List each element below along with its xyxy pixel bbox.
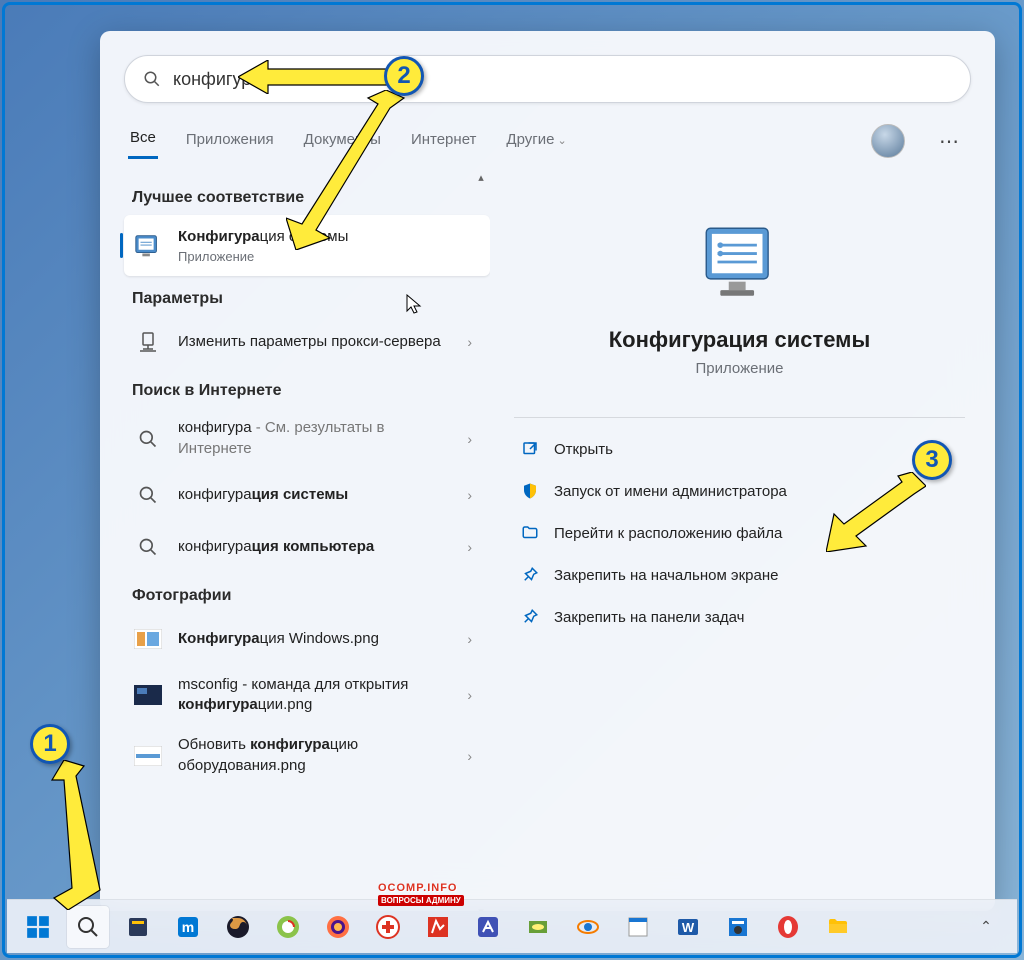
section-photos: Фотографии [132, 587, 490, 605]
result-photo-update-config[interactable]: Обновить конфигурацию оборудования.png › [124, 725, 490, 786]
scroll-up-icon[interactable]: ▴ [474, 169, 488, 185]
results-list: Лучшее соответствие Конфигурация системы… [100, 169, 490, 911]
annotation-badge-3: 3 [912, 440, 952, 480]
tab-all[interactable]: Все [128, 123, 158, 159]
taskbar-app-icon[interactable] [267, 906, 309, 948]
search-icon [143, 70, 161, 88]
result-web-computer-config[interactable]: конфигурация компьютера › [124, 521, 490, 573]
taskbar-app-icon[interactable] [367, 906, 409, 948]
action-pin-to-taskbar[interactable]: Закрепить на панели задач [514, 596, 965, 638]
result-photo-msconfig[interactable]: msconfig - команда для открытия конфигур… [124, 665, 490, 726]
search-icon [132, 423, 164, 455]
taskbar-app-icon[interactable] [517, 906, 559, 948]
taskbar-app-icon[interactable] [217, 906, 259, 948]
open-icon [520, 439, 540, 459]
annotation-arrow-2b [286, 90, 406, 250]
annotation-arrow-3 [826, 472, 926, 552]
taskbar-app-icon[interactable] [117, 906, 159, 948]
taskbar-show-hidden-icon[interactable]: ⌃ [965, 906, 1007, 948]
result-proxy-settings[interactable]: Изменить параметры прокси-сервера › [124, 316, 490, 368]
taskbar-app-icon[interactable] [567, 906, 609, 948]
folder-icon [520, 523, 540, 543]
annotation-badge-2: 2 [384, 56, 424, 96]
section-settings: Параметры [132, 290, 490, 308]
tab-internet[interactable]: Интернет [409, 125, 478, 158]
taskbar-opera-icon[interactable] [767, 906, 809, 948]
annotation-badge-1: 1 [30, 724, 70, 764]
image-thumb-icon [132, 740, 164, 772]
taskbar: m W ⌃ [7, 899, 1017, 953]
search-icon [132, 479, 164, 511]
taskbar-app-icon[interactable] [317, 906, 359, 948]
more-options-button[interactable]: ⋯ [931, 125, 967, 158]
image-thumb-icon [132, 623, 164, 655]
detail-title: Конфигурация системы [514, 327, 965, 353]
taskbar-word-icon[interactable]: W [667, 906, 709, 948]
search-tabs: Все Приложения Документы Интернет Другие… [100, 103, 995, 169]
taskbar-app-icon[interactable] [617, 906, 659, 948]
image-thumb-icon [132, 679, 164, 711]
detail-subtitle: Приложение [514, 360, 965, 377]
taskbar-app-icon[interactable]: m [167, 906, 209, 948]
watermark: OCOMP.INFO ВОПРОСЫ АДМИНУ [378, 882, 464, 906]
windows-search-panel: конфигура Все Приложения Документы Интер… [100, 31, 995, 911]
proxy-icon [132, 326, 164, 358]
taskbar-app-icon[interactable] [467, 906, 509, 948]
pin-icon [520, 565, 540, 585]
section-web-search: Поиск в Интернете [132, 382, 490, 400]
tab-more[interactable]: Другие⌄ [504, 125, 568, 158]
results-scrollbar[interactable]: ▴ ▾ [474, 169, 488, 911]
taskbar-app-icon[interactable] [717, 906, 759, 948]
taskbar-search-button[interactable] [67, 906, 109, 948]
annotation-arrow-2a [238, 60, 388, 94]
pin-icon [520, 607, 540, 627]
taskbar-file-explorer-icon[interactable] [817, 906, 859, 948]
result-web-konfigura[interactable]: конфигура - См. результаты в Интернете › [124, 408, 490, 469]
user-avatar[interactable] [871, 124, 905, 158]
taskbar-app-icon[interactable] [417, 906, 459, 948]
action-pin-to-start[interactable]: Закрепить на начальном экране [514, 554, 965, 596]
mouse-cursor-icon [406, 294, 422, 319]
shield-icon [520, 481, 540, 501]
msconfig-large-icon [695, 217, 785, 307]
svg-text:m: m [182, 919, 194, 935]
annotation-arrow-1 [40, 760, 110, 910]
start-button[interactable] [17, 906, 59, 948]
result-web-system-config[interactable]: конфигурация системы › [124, 469, 490, 521]
action-open[interactable]: Открыть [514, 428, 965, 470]
msconfig-icon [132, 230, 164, 262]
svg-text:W: W [682, 920, 695, 935]
tab-apps[interactable]: Приложения [184, 125, 276, 158]
search-icon [132, 531, 164, 563]
result-photo-windows-config[interactable]: Конфигурация Windows.png › [124, 613, 490, 665]
